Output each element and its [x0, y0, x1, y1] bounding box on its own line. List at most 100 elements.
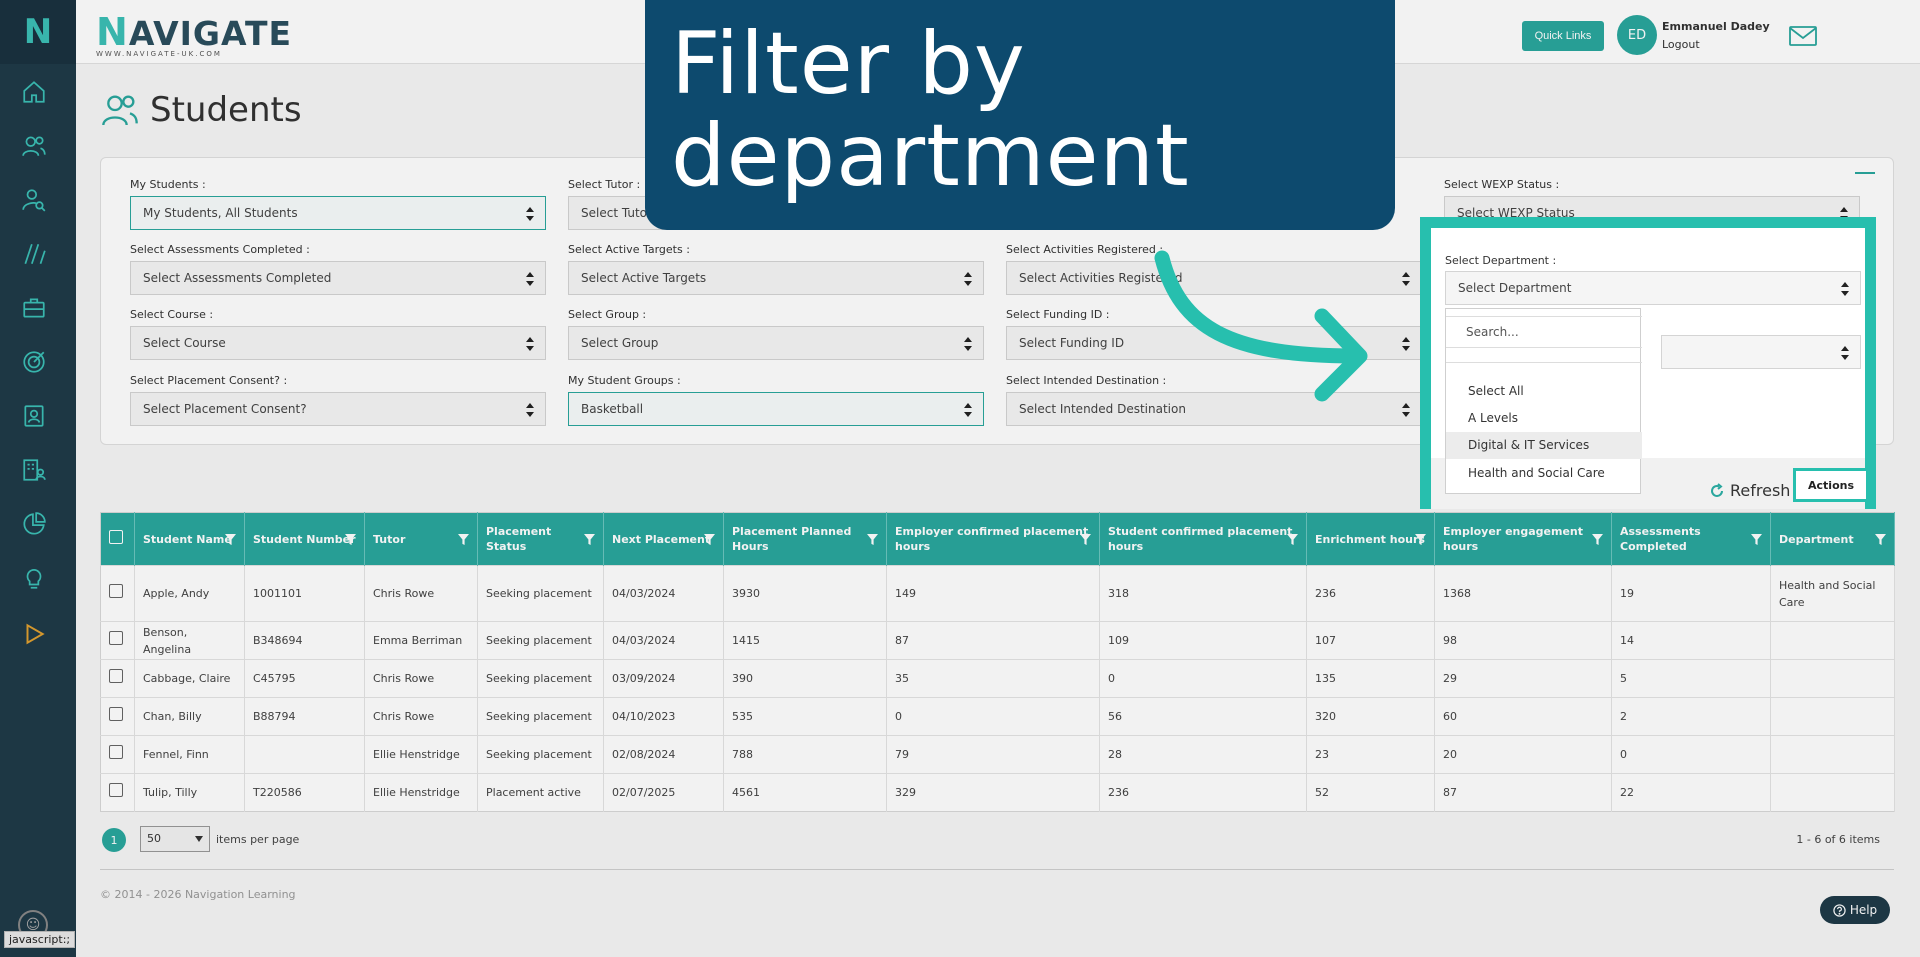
column-header[interactable]: Tutor — [364, 512, 478, 566]
cell-enrichment: 23 — [1306, 735, 1435, 774]
cell-tutor: Emma Berriman — [364, 621, 478, 660]
targets-select[interactable]: Select Active Targets — [568, 261, 984, 295]
sidebar-logo-letter: N — [23, 12, 53, 52]
consent-select[interactable]: Select Placement Consent? — [130, 392, 546, 426]
quick-links-button[interactable]: Quick Links — [1522, 21, 1604, 51]
dropdown-option-health-social[interactable]: Health and Social Care — [1446, 460, 1642, 487]
cell-student-number: B348694 — [244, 621, 365, 660]
filter-funnel-icon[interactable] — [867, 534, 878, 545]
home-icon[interactable] — [20, 78, 48, 106]
column-header[interactable]: Employer engagement hours — [1434, 512, 1612, 566]
cell-student-number: B88794 — [244, 697, 365, 736]
mail-icon[interactable] — [1789, 26, 1817, 46]
filter-funnel-icon[interactable] — [345, 534, 356, 545]
contacts-icon[interactable] — [20, 402, 48, 430]
student-groups-select[interactable]: Basketball — [568, 392, 984, 426]
status-bar-url: javascript:; — [4, 931, 76, 948]
department-label: Select Department : — [1445, 254, 1557, 267]
column-header[interactable]: Student Name — [134, 512, 245, 566]
row-checkbox[interactable] — [109, 707, 123, 721]
course-select[interactable]: Select Course — [130, 326, 546, 360]
column-header[interactable]: Assessments Completed — [1611, 512, 1771, 566]
table-row[interactable]: Cabbage, Claire C45795 Chris Rowe Seekin… — [100, 659, 1895, 698]
group-select[interactable]: Select Group — [568, 326, 984, 360]
cell-student-confirmed: 28 — [1099, 735, 1307, 774]
avatar[interactable]: ED — [1617, 15, 1657, 55]
users-icon[interactable] — [20, 132, 48, 160]
cell-assessments: 5 — [1611, 659, 1771, 698]
cell-next-placement: 04/03/2024 — [603, 621, 724, 660]
column-header[interactable]: Next Placement — [603, 512, 724, 566]
select-all-cell — [100, 512, 135, 566]
sidebar: N — [0, 0, 76, 957]
dropdown-option-select-all[interactable]: Select All — [1446, 378, 1642, 405]
dropdown-option-digital-it[interactable]: Digital & IT Services — [1446, 432, 1642, 459]
cell-department — [1770, 735, 1895, 774]
actions-button[interactable]: Actions — [1793, 468, 1869, 502]
department-select[interactable]: Select Department — [1445, 271, 1861, 305]
logout-link[interactable]: Logout — [1662, 38, 1700, 51]
filter-funnel-icon[interactable] — [1080, 534, 1091, 545]
building-user-icon[interactable] — [20, 456, 48, 484]
filter-funnel-icon[interactable] — [225, 534, 236, 545]
filter-funnel-icon[interactable] — [1592, 534, 1603, 545]
select-all-checkbox[interactable] — [109, 530, 123, 544]
assessments-select[interactable]: Select Assessments Completed — [130, 261, 546, 295]
help-button[interactable]: Help — [1820, 896, 1890, 924]
filter-funnel-icon[interactable] — [1287, 534, 1298, 545]
filter-funnel-icon[interactable] — [1751, 534, 1762, 545]
filter-funnel-icon[interactable] — [584, 534, 595, 545]
hidden-select[interactable] — [1661, 335, 1861, 369]
brand-logo[interactable]: NAVIGATE WWW.NAVIGATE-UK.COM — [96, 10, 292, 58]
filter-funnel-icon[interactable] — [1415, 534, 1426, 545]
my-students-select[interactable]: My Students, All Students — [130, 196, 546, 230]
briefcase-icon[interactable] — [20, 294, 48, 322]
table-row[interactable]: Chan, Billy B88794 Chris Rowe Seeking pl… — [100, 697, 1895, 736]
row-checkbox[interactable] — [109, 745, 123, 759]
table-row[interactable]: Fennel, Finn Ellie Henstridge Seeking pl… — [100, 735, 1895, 774]
row-checkbox[interactable] — [109, 669, 123, 683]
cell-student-confirmed: 318 — [1099, 565, 1307, 622]
cell-next-placement: 02/07/2025 — [603, 773, 724, 812]
collapse-icon[interactable] — [1855, 172, 1875, 174]
column-header[interactable]: Employer confirmed placement hours — [886, 512, 1100, 566]
target-icon[interactable] — [20, 348, 48, 376]
grid-header-row: Student Name Student Number Tutor Placem… — [100, 512, 1895, 566]
filter-course: Select Course : Select Course — [130, 308, 546, 360]
filter-my-students: My Students : My Students, All Students — [130, 178, 546, 230]
column-header[interactable]: Student confirmed placement hours — [1099, 512, 1307, 566]
filter-label: Select Course : — [130, 308, 214, 321]
page-size-select[interactable]: 50 — [140, 826, 210, 852]
filter-funnel-icon[interactable] — [458, 534, 469, 545]
dropdown-search-input[interactable]: Search... — [1446, 316, 1642, 348]
students-grid: Student Name Student Number Tutor Placem… — [100, 512, 1895, 812]
page-number-button[interactable]: 1 — [102, 828, 126, 852]
cell-planned-hours: 1415 — [723, 621, 887, 660]
column-header[interactable]: Department — [1770, 512, 1895, 566]
play-icon[interactable] — [20, 620, 48, 648]
lightbulb-icon[interactable] — [20, 564, 48, 592]
students-icon — [102, 95, 138, 126]
slashes-icon[interactable] — [20, 240, 48, 268]
column-header[interactable]: Placement Planned Hours — [723, 512, 887, 566]
cell-planned-hours: 3930 — [723, 565, 887, 622]
filter-funnel-icon[interactable] — [704, 534, 715, 545]
filter-label: Select WEXP Status : — [1444, 178, 1560, 191]
sidebar-logo[interactable]: N — [0, 0, 76, 64]
row-checkbox[interactable] — [109, 584, 123, 598]
cell-employer-engagement: 29 — [1434, 659, 1612, 698]
column-header[interactable]: Enrichment hours — [1306, 512, 1435, 566]
table-row[interactable]: Apple, Andy 1001101 Chris Rowe Seeking p… — [100, 565, 1895, 622]
table-row[interactable]: Benson, Angelina B348694 Emma Berriman S… — [100, 621, 1895, 660]
row-checkbox[interactable] — [109, 783, 123, 797]
filter-assessments: Select Assessments Completed : Select As… — [130, 243, 546, 295]
refresh-button[interactable]: Refresh — [1709, 481, 1790, 500]
pie-chart-icon[interactable] — [20, 510, 48, 538]
column-header[interactable]: Student Number — [244, 512, 365, 566]
dropdown-option-a-levels[interactable]: A Levels — [1446, 405, 1642, 432]
row-checkbox[interactable] — [109, 631, 123, 645]
table-row[interactable]: Tulip, Tilly T220586 Ellie Henstridge Pl… — [100, 773, 1895, 812]
user-search-icon[interactable] — [20, 186, 48, 214]
column-header[interactable]: Placement Status — [477, 512, 604, 566]
filter-funnel-icon[interactable] — [1875, 534, 1886, 545]
